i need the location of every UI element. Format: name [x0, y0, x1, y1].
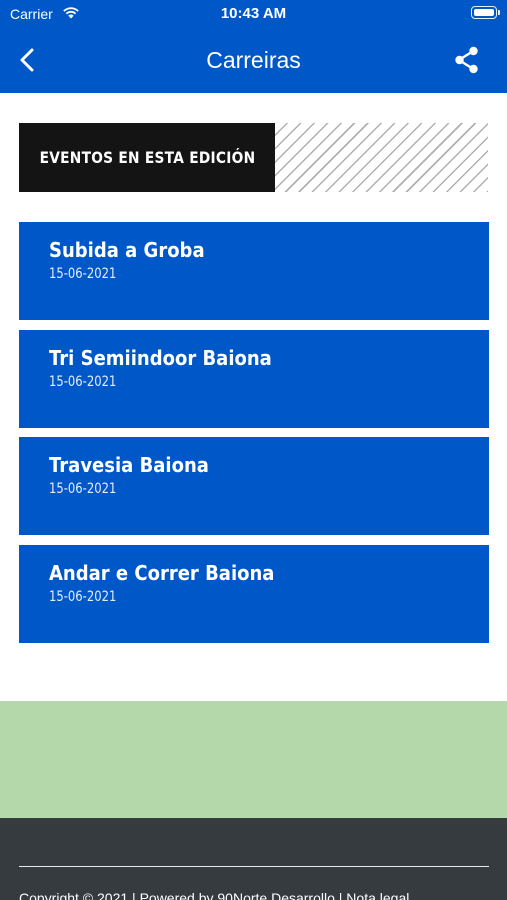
page-title: Carreiras — [206, 47, 301, 73]
race-card-travesia-baiona[interactable]: Travesia Baiona 15-06-2021 — [19, 437, 489, 535]
share-icon — [455, 46, 478, 74]
race-name: Andar e Correr Baiona — [49, 561, 275, 585]
footer: Copyright © 2021 | Powered by 90Norte De… — [0, 818, 507, 900]
battery-icon — [471, 6, 500, 19]
footer-copyright: Copyright © 2021 | Powered by 90Norte De… — [19, 890, 410, 900]
race-card-tri-semiindoor-baiona[interactable]: Tri Semiindoor Baiona 15-06-2021 — [19, 330, 489, 428]
section-header-label: EVENTOS EN ESTA EDICIÓN — [19, 123, 275, 192]
race-name: Tri Semiindoor Baiona — [49, 346, 272, 370]
race-name: Travesia Baiona — [49, 453, 209, 477]
app-header: Carrier 10:43 AM Carreiras — [0, 0, 507, 93]
race-card-subida-a-groba[interactable]: Subida a Groba 15-06-2021 — [19, 222, 489, 320]
race-date: 15-06-2021 — [49, 589, 117, 605]
footer-divider — [19, 866, 489, 867]
share-button[interactable] — [451, 44, 483, 76]
race-date: 15-06-2021 — [49, 266, 117, 282]
section-header: EVENTOS EN ESTA EDICIÓN — [19, 123, 488, 192]
clock: 10:43 AM — [220, 5, 287, 22]
race-date: 15-06-2021 — [49, 374, 117, 390]
promo-band — [0, 701, 507, 818]
status-bar: Carrier 10:43 AM — [0, 0, 507, 28]
race-date: 15-06-2021 — [49, 481, 117, 497]
race-name: Subida a Groba — [49, 238, 205, 262]
section-header-stripes — [275, 123, 488, 192]
race-card-andar-e-correr-baiona[interactable]: Andar e Correr Baiona 15-06-2021 — [19, 545, 489, 643]
